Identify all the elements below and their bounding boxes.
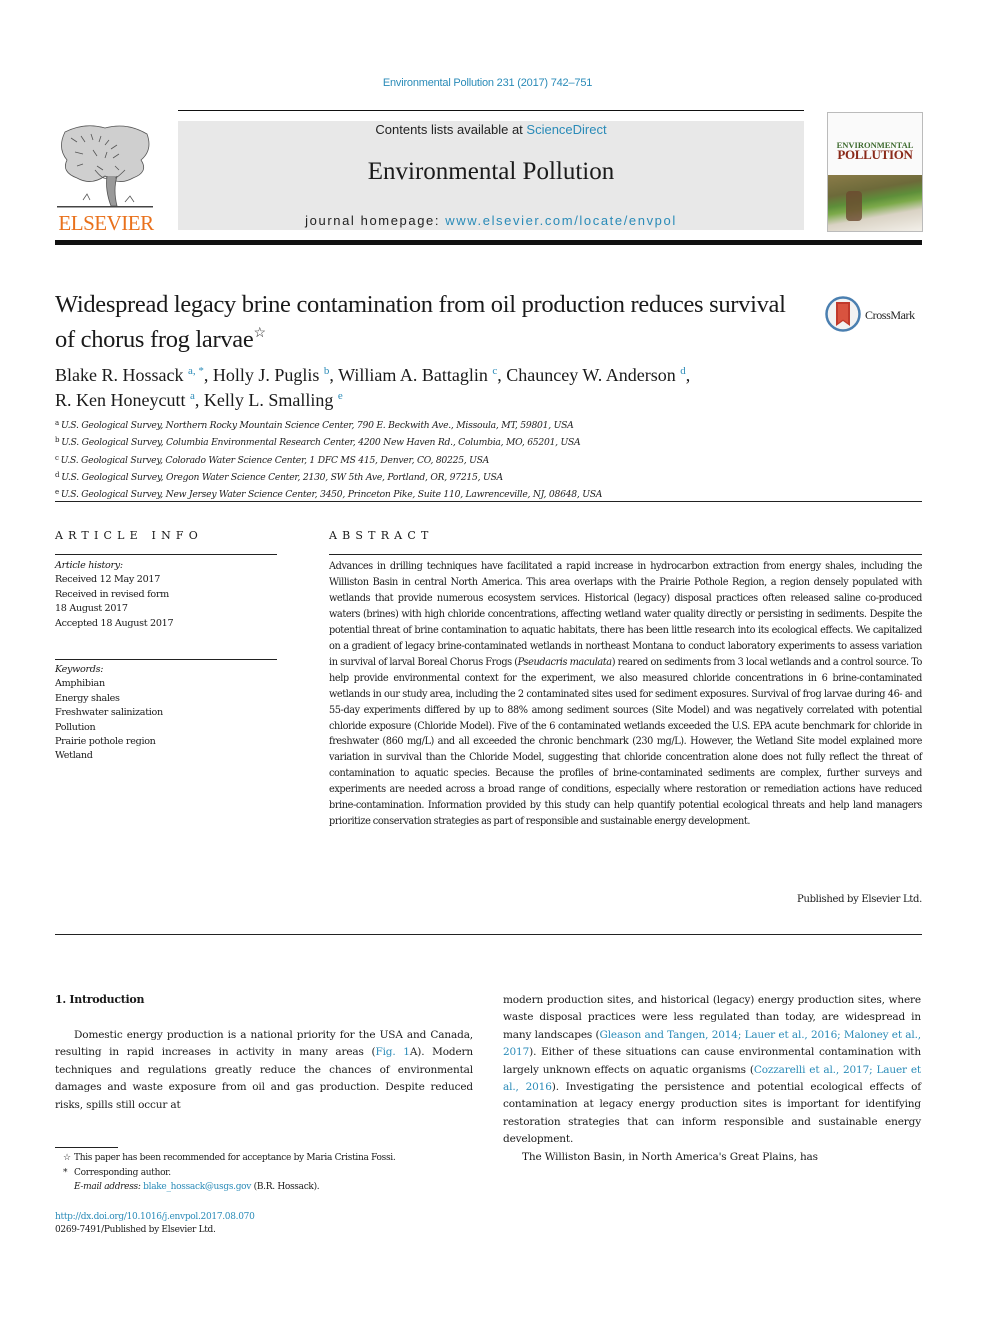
email-link[interactable]: blake_hossack@usgs.gov [143, 1182, 251, 1192]
title-footnote-mark[interactable]: ☆ [253, 326, 266, 341]
article-title-text: Widespread legacy brine contamination fr… [55, 291, 786, 353]
cover-photo [828, 175, 922, 231]
cover-title-line2: POLLUTION [837, 147, 913, 162]
author[interactable]: Holly J. Puglis b [213, 365, 330, 385]
doi-link[interactable]: http://dx.doi.org/10.1016/j.envpol.2017.… [55, 1212, 255, 1222]
homepage-link[interactable]: www.elsevier.com/locate/envpol [445, 213, 677, 228]
body-divider [55, 934, 922, 935]
body-column-left: Domestic energy production is a national… [55, 1029, 473, 1111]
section-heading-introduction: 1. Introduction [55, 993, 145, 1006]
published-by: Published by Elsevier Ltd. [797, 894, 922, 905]
author-list: Blake R. Hossack a, *, Holly J. Puglis b… [55, 365, 691, 410]
author[interactable]: R. Ken Honeycutt a [55, 390, 195, 410]
doi: http://dx.doi.org/10.1016/j.envpol.2017.… [55, 1210, 255, 1225]
article-history: Article history: Received 12 May 2017 Re… [55, 559, 277, 631]
species-name: Pseudacris maculata [517, 656, 612, 668]
contents-prefix: Contents lists available at [375, 122, 527, 137]
header-top-rule [178, 110, 804, 111]
section-divider [55, 501, 922, 502]
author[interactable]: William A. Battaglin c [338, 365, 497, 385]
affiliation: d U.S. Geological Survey, Oregon Water Sc… [55, 470, 503, 483]
footnotes: ☆ This paper has been recommended for acc… [55, 1151, 475, 1195]
sciencedirect-link[interactable]: ScienceDirect [526, 122, 606, 137]
author[interactable]: Chauncey W. Anderson d [506, 365, 685, 385]
footnote-email: E-mail address: blake_hossack@usgs.gov (… [74, 1182, 320, 1192]
history-entry: Accepted 18 August 2017 [55, 617, 174, 629]
keyword: Wetland [55, 750, 93, 762]
keyword: Freshwater salinization [55, 707, 163, 719]
body-column-right: modern production sites, and historical … [503, 994, 922, 1163]
article-history-label: Article history: [55, 560, 123, 571]
crossmark-icon [825, 296, 861, 332]
keyword: Amphibian [55, 678, 105, 690]
journal-title: Environmental Pollution [367, 158, 615, 185]
abstract-heading: ABSTRACT [329, 529, 434, 542]
affiliation: e U.S. Geological Survey, New Jersey Wate… [55, 488, 603, 501]
keywords: Keywords: Amphibian Energy shales Freshw… [55, 663, 277, 764]
footnote: ☆ This paper has been recommended for acc… [63, 1153, 396, 1163]
affiliation: a U.S. Geological Survey, Northern Rocky … [55, 419, 574, 431]
journal-homepage: journal homepage: www.elsevier.com/locat… [178, 213, 804, 228]
keywords-label: Keywords: [55, 664, 104, 675]
footnote-rule [55, 1147, 118, 1148]
issn: 0269-7491/Published by Elsevier Ltd. [55, 1225, 216, 1235]
figure-link[interactable]: Fig. 1 [375, 1046, 410, 1058]
homepage-prefix: journal homepage: [305, 213, 446, 228]
keyword: Pollution [55, 721, 96, 733]
affiliation: c U.S. Geological Survey, Colorado Water … [55, 453, 490, 466]
crossmark-label: CrossMark [865, 308, 915, 322]
header-bottom-rule [55, 240, 922, 245]
elsevier-logo-text: ELSEVIER [58, 211, 154, 235]
keywords-rule [55, 659, 277, 660]
footnote: * Corresponding author. [63, 1167, 171, 1178]
crossmark-button[interactable]: CrossMark [825, 296, 925, 336]
history-entry: 18 August 2017 [55, 603, 128, 615]
article-info-rule [55, 554, 277, 555]
cover-photo-detail [846, 191, 862, 221]
affiliation: b U.S. Geological Survey, Columbia Enviro… [55, 436, 581, 449]
abstract-text: Advances in drilling techniques have fac… [329, 561, 923, 828]
history-entry: Received 12 May 2017 [55, 574, 160, 586]
affiliation-list: a U.S. Geological Survey, Northern Rocky … [55, 416, 755, 502]
journal-cover-image[interactable]: ENVIRONMENTAL POLLUTION [827, 112, 923, 232]
article-title: Widespread legacy brine contamination fr… [55, 290, 810, 354]
article-info-heading: ARTICLE INFO [55, 529, 203, 542]
author[interactable]: Kelly L. Smalling e [204, 390, 343, 410]
journal-citation[interactable]: Environmental Pollution 231 (2017) 742–7… [0, 77, 975, 89]
history-entry: Received in revised form [55, 588, 169, 600]
keyword: Prairie pothole region [55, 736, 156, 748]
contents-available: Contents lists available at ScienceDirec… [178, 122, 804, 137]
author[interactable]: Blake R. Hossack a, * [55, 365, 204, 385]
keyword: Energy shales [55, 692, 120, 704]
abstract-rule [329, 554, 922, 555]
